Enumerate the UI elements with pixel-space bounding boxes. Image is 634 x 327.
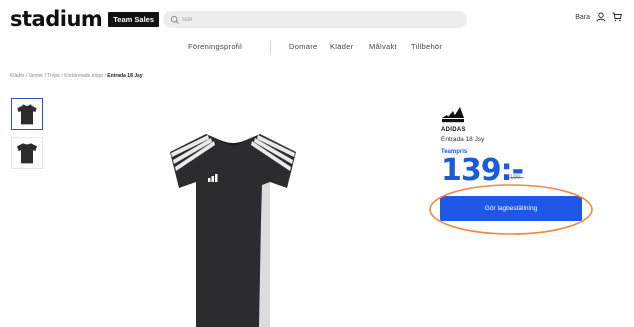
nav-item-malvakt[interactable]: Målvakt: [369, 42, 397, 52]
adidas-logo: [442, 107, 464, 123]
breadcrumb-item[interactable]: Senior: [29, 73, 43, 79]
jersey-front-thumbnail-image: [17, 104, 37, 125]
breadcrumb-item[interactable]: Kortärmade tröjor: [64, 73, 103, 79]
original-price: 199:-: [510, 175, 524, 181]
stadium-logo[interactable]: stadium Team Sales: [10, 7, 160, 31]
site-header: stadium Team Sales Bara: [0, 0, 634, 40]
nav-item-klader[interactable]: Kläder: [330, 42, 353, 52]
nav-item-tillbehor[interactable]: Tillbehör: [411, 42, 442, 52]
product-brand[interactable]: ADIDAS: [441, 127, 466, 133]
main-nav: Föreningsprofil Domare Kläder Målvakt Ti…: [0, 40, 634, 54]
team-order-button[interactable]: Gör lagbeställning: [440, 196, 582, 221]
search-bar[interactable]: [163, 11, 467, 28]
thumbnail-front[interactable]: [11, 98, 43, 130]
search-input[interactable]: [182, 16, 442, 23]
breadcrumb-current: Entrada 18 Jsy: [107, 73, 143, 79]
header-actions: Bara: [575, 12, 622, 22]
product-price: 139:-: [441, 153, 524, 188]
nav-item-domare[interactable]: Domare: [289, 42, 317, 52]
breadcrumb: Kläder / Senior / Tröjor / Kortärmade tr…: [10, 73, 143, 79]
product-name: Entrada 18 Jsy: [441, 136, 485, 143]
product-image-jersey: [170, 134, 296, 327]
cart-icon[interactable]: [612, 12, 622, 22]
logo-wordmark: stadium: [10, 7, 103, 31]
thumbnail-back[interactable]: [11, 137, 43, 169]
user-icon[interactable]: [596, 12, 606, 22]
breadcrumb-item[interactable]: Kläder: [10, 73, 24, 79]
nav-item-foreningsprofil[interactable]: Föreningsprofil: [188, 42, 242, 52]
breadcrumb-item[interactable]: Tröjor: [47, 73, 60, 79]
team-sales-badge: Team Sales: [108, 11, 160, 27]
nav-divider: [270, 40, 271, 54]
search-icon: [170, 15, 179, 24]
language-link[interactable]: Bara: [575, 14, 590, 21]
jersey-back-thumbnail-image: [17, 143, 37, 164]
